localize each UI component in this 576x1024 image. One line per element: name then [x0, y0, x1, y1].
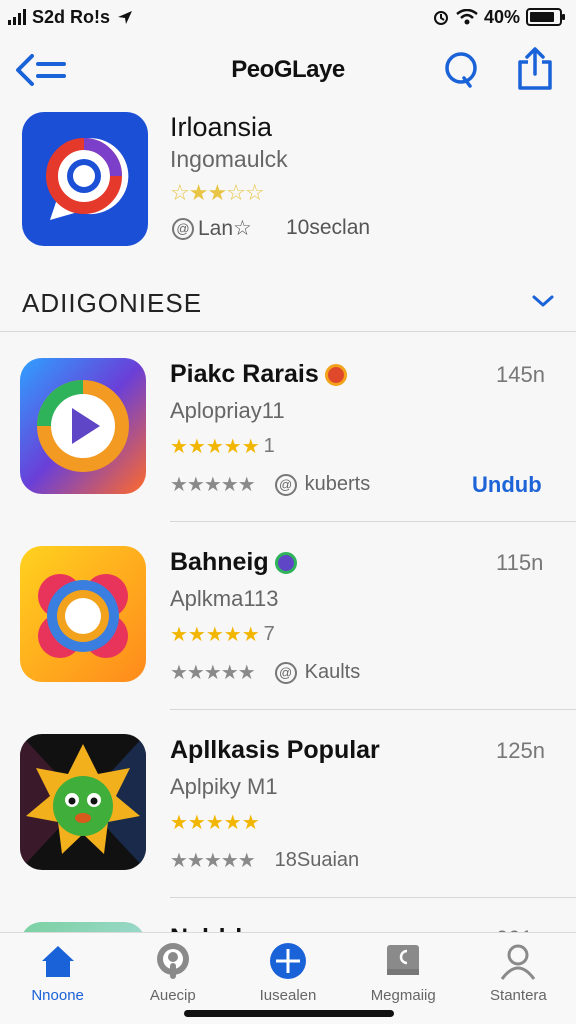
at-icon: @	[274, 473, 297, 496]
app-subtitle: Aplpiky M1	[170, 774, 278, 799]
app-name-text: Bahneig	[170, 548, 269, 576]
stars-text: ★★★★★	[170, 812, 260, 834]
monster-app-logo	[20, 734, 146, 870]
app-name-text: Piakc Rarais	[170, 360, 319, 388]
app-name: Apllkasis Popular	[170, 736, 380, 765]
app-list: Piakc Rarais Aplopriay11 ★★★★★ 1 ★★★★★ @…	[0, 334, 576, 938]
meta-label: Kaults	[304, 661, 361, 683]
tab-label: Nnoone	[31, 987, 84, 1004]
featured-stars-text: ☆★★☆☆	[170, 180, 265, 205]
stars-text: ★★★★★	[170, 624, 260, 646]
app-time: 145n	[496, 362, 545, 387]
page-title: PeoGLaye	[231, 56, 345, 83]
nav-bar: PeoGLaye	[0, 40, 576, 100]
app-meta: ★★★★★ @ kuberts	[170, 472, 370, 497]
tab-label: Megmaiig	[370, 987, 436, 1004]
app-icon[interactable]	[20, 546, 146, 682]
featured-app-subtitle: Ingomaulck	[170, 146, 288, 172]
plus-circle-icon	[270, 943, 306, 979]
chevron-down-icon[interactable]	[530, 290, 556, 312]
tab-label: Stantera	[490, 987, 547, 1004]
grey-stars: ★★★★★	[170, 662, 256, 684]
app-meta: ★★★★★ 18Suaian	[170, 848, 359, 873]
grey-stars: ★★★★★	[170, 850, 256, 872]
list-item[interactable]: Piakc Rarais Aplopriay11 ★★★★★ 1 ★★★★★ @…	[0, 334, 576, 522]
search-icon[interactable]	[442, 48, 482, 92]
tab-label: Iusealen	[259, 987, 317, 1004]
app-time: 125n	[496, 738, 545, 763]
share-icon[interactable]	[514, 46, 556, 92]
at-icon: @	[274, 661, 297, 684]
play-app-logo	[20, 358, 146, 494]
app-icon[interactable]	[20, 358, 146, 494]
meta-label: 18Suaian	[274, 849, 360, 871]
rating-stars: ★★★★★ 7	[170, 622, 275, 647]
list-item[interactable]: Bahneig Aplkma113 ★★★★★ 7 ★★★★★ @ Kaults…	[0, 522, 576, 710]
section-title: ADIIGONIESE	[22, 288, 203, 318]
meta-label: kuberts	[304, 473, 371, 495]
app-time: 115n	[496, 550, 544, 575]
update-button[interactable]: Undub	[472, 472, 542, 498]
rating-count: 1	[263, 435, 275, 457]
featured-app-logo	[46, 138, 129, 220]
featured-app[interactable]: Irloansia Ingomaulck ☆★★☆☆ @ Lan☆ 10secl…	[0, 108, 576, 258]
app-name-text: Apllkasis Popular	[170, 736, 380, 764]
status-left: S2d Ro!s	[8, 7, 134, 28]
battery-icon	[526, 8, 565, 26]
wifi-icon	[456, 9, 478, 25]
meta-group: @ kuberts	[274, 473, 371, 496]
rating-stars: ★★★★★	[170, 810, 264, 835]
person-icon	[501, 944, 536, 980]
section-header[interactable]: ADIIGONIESE	[0, 280, 576, 332]
featured-meta: @ Lan☆	[172, 216, 252, 241]
home-indicator[interactable]	[184, 1010, 394, 1017]
status-right: 40%	[432, 6, 565, 28]
tab-label: Auecip	[149, 987, 196, 1004]
alarm-icon	[433, 11, 448, 25]
grey-stars: ★★★★★	[170, 474, 256, 496]
list-item[interactable]: Apllkasis Popular Aplpiky M1 ★★★★★ ★★★★★…	[0, 710, 576, 898]
featured-rating-stars: ☆★★☆☆	[170, 180, 265, 206]
tab-profile[interactable]: Stantera	[461, 933, 576, 1024]
app-name: Bahneig	[170, 548, 297, 577]
at-icon: @	[172, 217, 194, 240]
podcast-icon	[156, 943, 189, 979]
status-bar: S2d Ro!s 40%	[0, 0, 576, 34]
rating-count: 7	[263, 623, 275, 645]
carrier-label: S2d Ro!s	[32, 6, 111, 27]
location-icon	[118, 11, 133, 24]
featured-app-name: Irloansia	[170, 112, 273, 142]
rating-stars: ★★★★★ 1	[170, 434, 275, 459]
featured-meta-label: Lan☆	[198, 217, 252, 240]
battery-percent: 40%	[483, 6, 520, 27]
featured-size: 10seclan	[286, 216, 371, 239]
app-subtitle: Aplopriay11	[170, 398, 285, 423]
stars-text: ★★★★★	[170, 436, 260, 458]
home-icon	[41, 946, 74, 977]
app-subtitle: Aplkma113	[170, 586, 279, 611]
image-icon	[387, 945, 420, 975]
featured-app-icon[interactable]	[22, 112, 148, 246]
tab-home[interactable]: Nnoone	[0, 933, 115, 1024]
meta-group: @ Kaults	[274, 661, 361, 684]
badge-icon	[324, 363, 347, 386]
app-icon[interactable]	[20, 734, 146, 870]
flower-app-logo	[20, 546, 146, 682]
app-meta: ★★★★★ @ Kaults	[170, 660, 360, 685]
signal-icon	[8, 9, 26, 25]
badge-icon	[274, 551, 297, 574]
app-name: Piakc Rarais	[170, 360, 347, 389]
